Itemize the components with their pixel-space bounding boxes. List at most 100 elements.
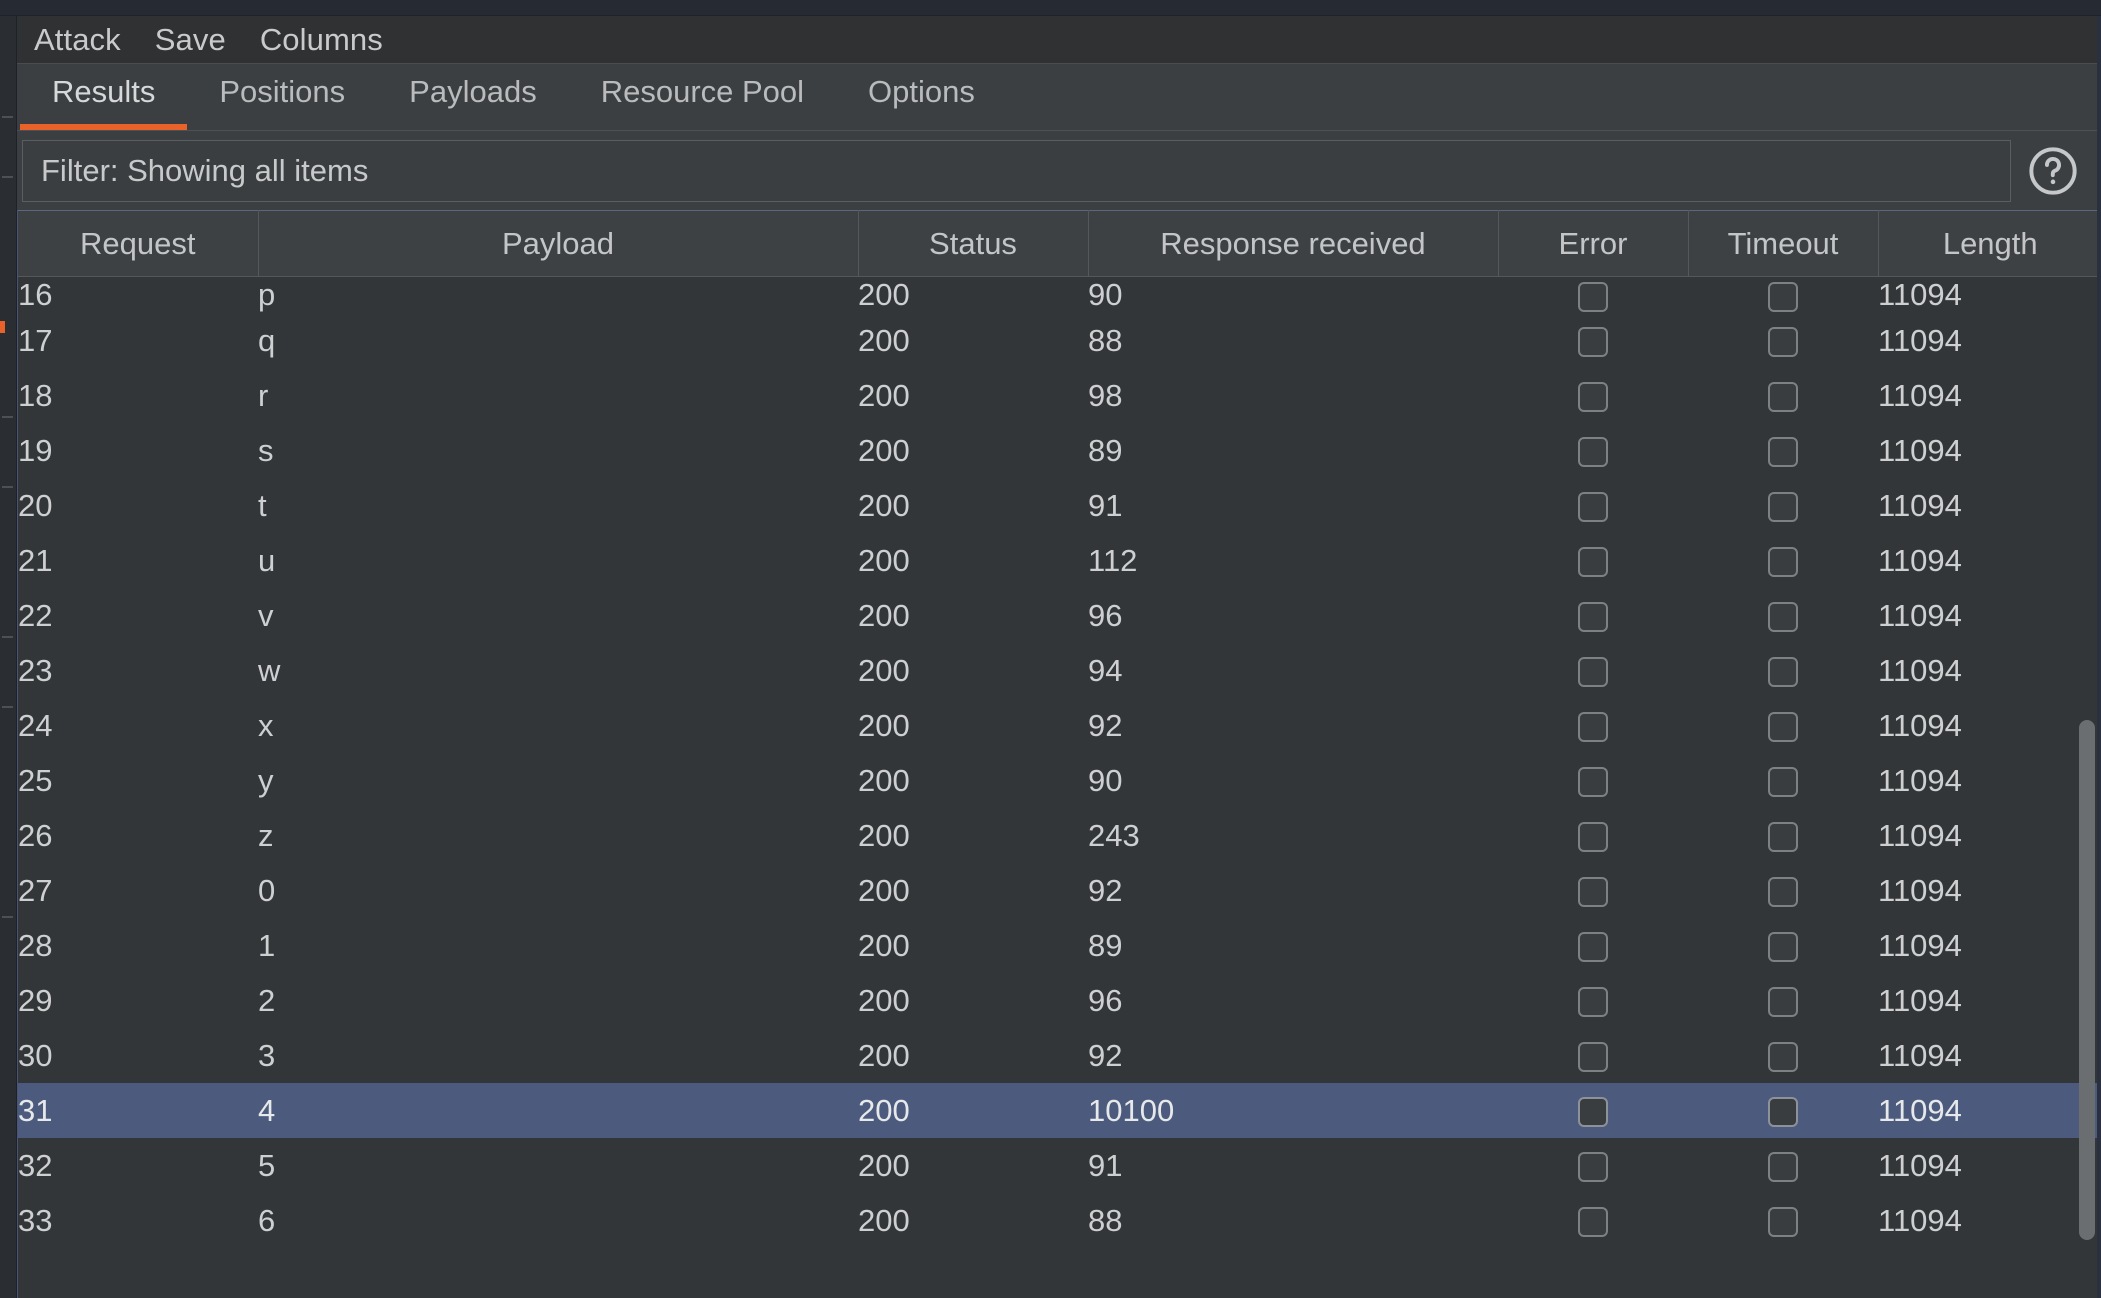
left-rail-tick [2,416,13,418]
error-checkbox[interactable] [1578,437,1608,468]
timeout-checkbox[interactable] [1768,1207,1798,1238]
error-checkbox[interactable] [1578,657,1608,688]
error-checkbox[interactable] [1578,547,1608,578]
error-checkbox[interactable] [1578,327,1608,358]
cell-length: 11094 [1878,432,1962,468]
cell-timeout [1688,753,1878,808]
timeout-checkbox[interactable] [1768,1042,1798,1073]
error-checkbox[interactable] [1578,877,1608,908]
column-header-status[interactable]: Status [858,210,1089,277]
error-checkbox[interactable] [1578,602,1608,633]
cell-status: 200 [858,817,910,853]
column-header-length[interactable]: Length [1878,210,2101,277]
cell-request: 32 [18,1147,53,1183]
cell-error [1498,1138,1688,1193]
cell-request: 25 [18,762,53,798]
tab-results[interactable]: Results [20,64,188,130]
table-row[interactable]: 21 u 200 112 11094 [18,533,2101,588]
table-row[interactable]: 24 x 200 92 11094 [18,698,2101,753]
error-checkbox[interactable] [1578,767,1608,798]
cell-response: 89 [1088,432,1123,468]
timeout-checkbox[interactable] [1768,822,1798,853]
table-row[interactable]: 31 4 200 10100 11094 [18,1083,2101,1138]
timeout-checkbox[interactable] [1768,437,1798,468]
table-row[interactable]: 26 z 200 243 11094 [18,808,2101,863]
error-checkbox[interactable] [1578,987,1608,1018]
cell-error [1498,918,1688,973]
timeout-checkbox[interactable] [1768,602,1798,633]
table-row[interactable]: 28 1 200 89 11094 [18,918,2101,973]
timeout-checkbox[interactable] [1768,327,1798,358]
timeout-checkbox[interactable] [1768,932,1798,963]
cell-error [1498,533,1688,588]
error-checkbox[interactable] [1578,1152,1608,1183]
error-checkbox[interactable] [1578,281,1608,312]
table-row[interactable]: 18 r 200 98 11094 [18,368,2101,423]
cell-timeout [1688,533,1878,588]
table-row[interactable]: 16 p 200 90 11094 [18,277,2101,314]
error-checkbox[interactable] [1578,1042,1608,1073]
timeout-checkbox[interactable] [1768,281,1798,312]
cell-payload: t [258,487,267,523]
table-row[interactable]: 30 3 200 92 11094 [18,1028,2101,1083]
error-checkbox[interactable] [1578,1207,1608,1238]
tab-payloads[interactable]: Payloads [377,64,569,130]
cell-timeout [1688,918,1878,973]
timeout-checkbox[interactable] [1768,1097,1798,1128]
timeout-checkbox[interactable] [1768,492,1798,523]
cell-request: 16 [18,277,53,312]
menu-save[interactable]: Save [155,22,226,58]
error-checkbox[interactable] [1578,932,1608,963]
cell-length: 11094 [1878,652,1962,688]
table-row[interactable]: 29 2 200 96 11094 [18,973,2101,1028]
tab-options[interactable]: Options [836,64,1007,130]
table-row[interactable]: 27 0 200 92 11094 [18,863,2101,918]
error-checkbox[interactable] [1578,712,1608,743]
cell-status: 200 [858,1147,910,1183]
cell-payload: x [258,707,274,743]
tab-resource-pool[interactable]: Resource Pool [569,64,836,130]
timeout-checkbox[interactable] [1768,877,1798,908]
cell-timeout [1688,1083,1878,1138]
error-checkbox[interactable] [1578,492,1608,523]
table-row[interactable]: 33 6 200 88 11094 [18,1193,2101,1248]
error-checkbox[interactable] [1578,822,1608,853]
filter-input[interactable]: Filter: Showing all items [22,139,2011,202]
table-row[interactable]: 32 5 200 91 11094 [18,1138,2101,1193]
menu-columns[interactable]: Columns [260,22,383,58]
timeout-checkbox[interactable] [1768,547,1798,578]
burp-intruder-attack-window: Attack Save Columns Results Positions Pa… [0,0,2101,1298]
cell-payload: u [258,542,276,578]
timeout-checkbox[interactable] [1768,987,1798,1018]
column-header-payload[interactable]: Payload [258,210,859,277]
table-row[interactable]: 20 t 200 91 11094 [18,478,2101,533]
table-row[interactable]: 19 s 200 89 11094 [18,423,2101,478]
vertical-scrollbar-thumb[interactable] [2079,720,2095,1240]
column-header-error[interactable]: Error [1498,210,1689,277]
tab-positions[interactable]: Positions [187,64,377,130]
cell-payload: w [258,652,281,688]
table-row[interactable]: 17 q 200 88 11094 [18,313,2101,368]
menu-attack[interactable]: Attack [34,22,121,58]
cell-length: 11094 [1878,1202,1962,1238]
question-circle-icon[interactable] [2027,145,2079,197]
timeout-checkbox[interactable] [1768,1152,1798,1183]
timeout-checkbox[interactable] [1768,712,1798,743]
table-row[interactable]: 23 w 200 94 11094 [18,643,2101,698]
error-checkbox[interactable] [1578,1097,1608,1128]
vertical-scrollbar[interactable] [2076,210,2098,1298]
table-row[interactable]: 22 v 200 96 11094 [18,588,2101,643]
table-row[interactable]: 25 y 200 90 11094 [18,753,2101,808]
timeout-checkbox[interactable] [1768,382,1798,413]
cell-response: 88 [1088,322,1123,358]
timeout-checkbox[interactable] [1768,657,1798,688]
cell-timeout [1688,1138,1878,1193]
timeout-checkbox[interactable] [1768,767,1798,798]
column-header-request[interactable]: Request [18,210,259,277]
filter-label: Filter: Showing all items [41,152,369,188]
error-checkbox[interactable] [1578,382,1608,413]
cell-timeout [1688,973,1878,1028]
column-header-response[interactable]: Response received [1088,210,1499,277]
column-header-timeout[interactable]: Timeout [1688,210,1879,277]
left-rail-tick [2,916,13,918]
